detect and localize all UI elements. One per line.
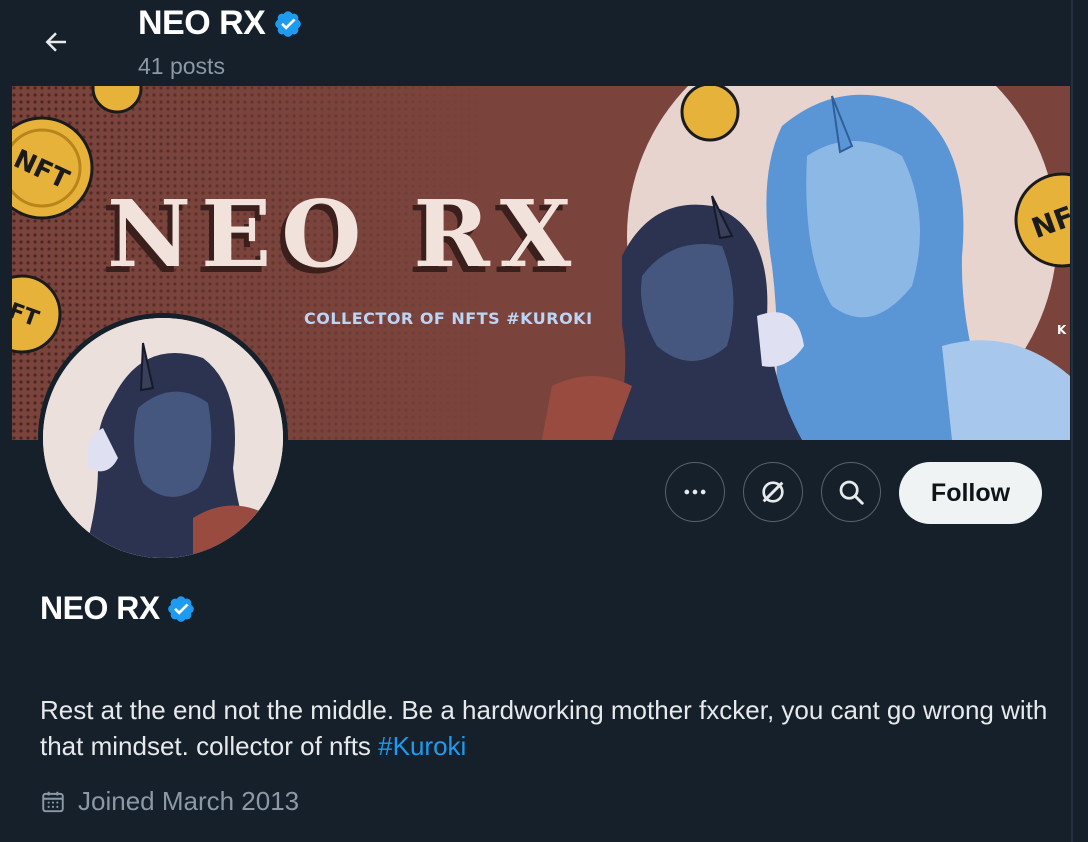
search-profile-button[interactable] [821,462,881,522]
header-title: NEO RX [138,4,303,43]
joined-date: Joined March 2013 [40,786,299,817]
subscribe-slash-icon [762,481,784,503]
right-edge-divider [1071,0,1073,842]
profile-actions: Follow [0,462,1088,526]
profile-bio: Rest at the end not the middle. Be a har… [40,692,1050,764]
back-button[interactable] [30,16,82,68]
subscribe-button[interactable] [743,462,803,522]
calendar-icon [42,791,64,812]
banner-title: NEO RX [107,180,581,288]
follow-button[interactable]: Follow [899,462,1042,524]
profile-name: NEO RX [40,590,196,627]
header-post-count: 41 posts [138,53,225,79]
banner-fan-letter: K [1057,323,1067,337]
search-icon [839,480,864,505]
more-dots-icon [684,489,706,495]
bio-hashtag-link[interactable]: #Kuroki [378,731,466,761]
nft-coin-middle [680,86,740,142]
bio-text: Rest at the end not the middle. Be a har… [40,695,1048,761]
more-button[interactable] [665,462,725,522]
verified-badge-icon [275,10,302,37]
arrow-left-icon [45,32,66,52]
verified-badge-icon[interactable] [166,594,196,624]
profile-name-text: NEO RX [40,590,160,626]
joined-text: Joined March 2013 [78,786,300,816]
header-name-text: NEO RX [138,4,266,42]
top-bar: NEO RX 41 posts [0,0,1088,86]
banner-subtitle: COLLECTOR OF NFTS #KUROKI [304,309,593,328]
